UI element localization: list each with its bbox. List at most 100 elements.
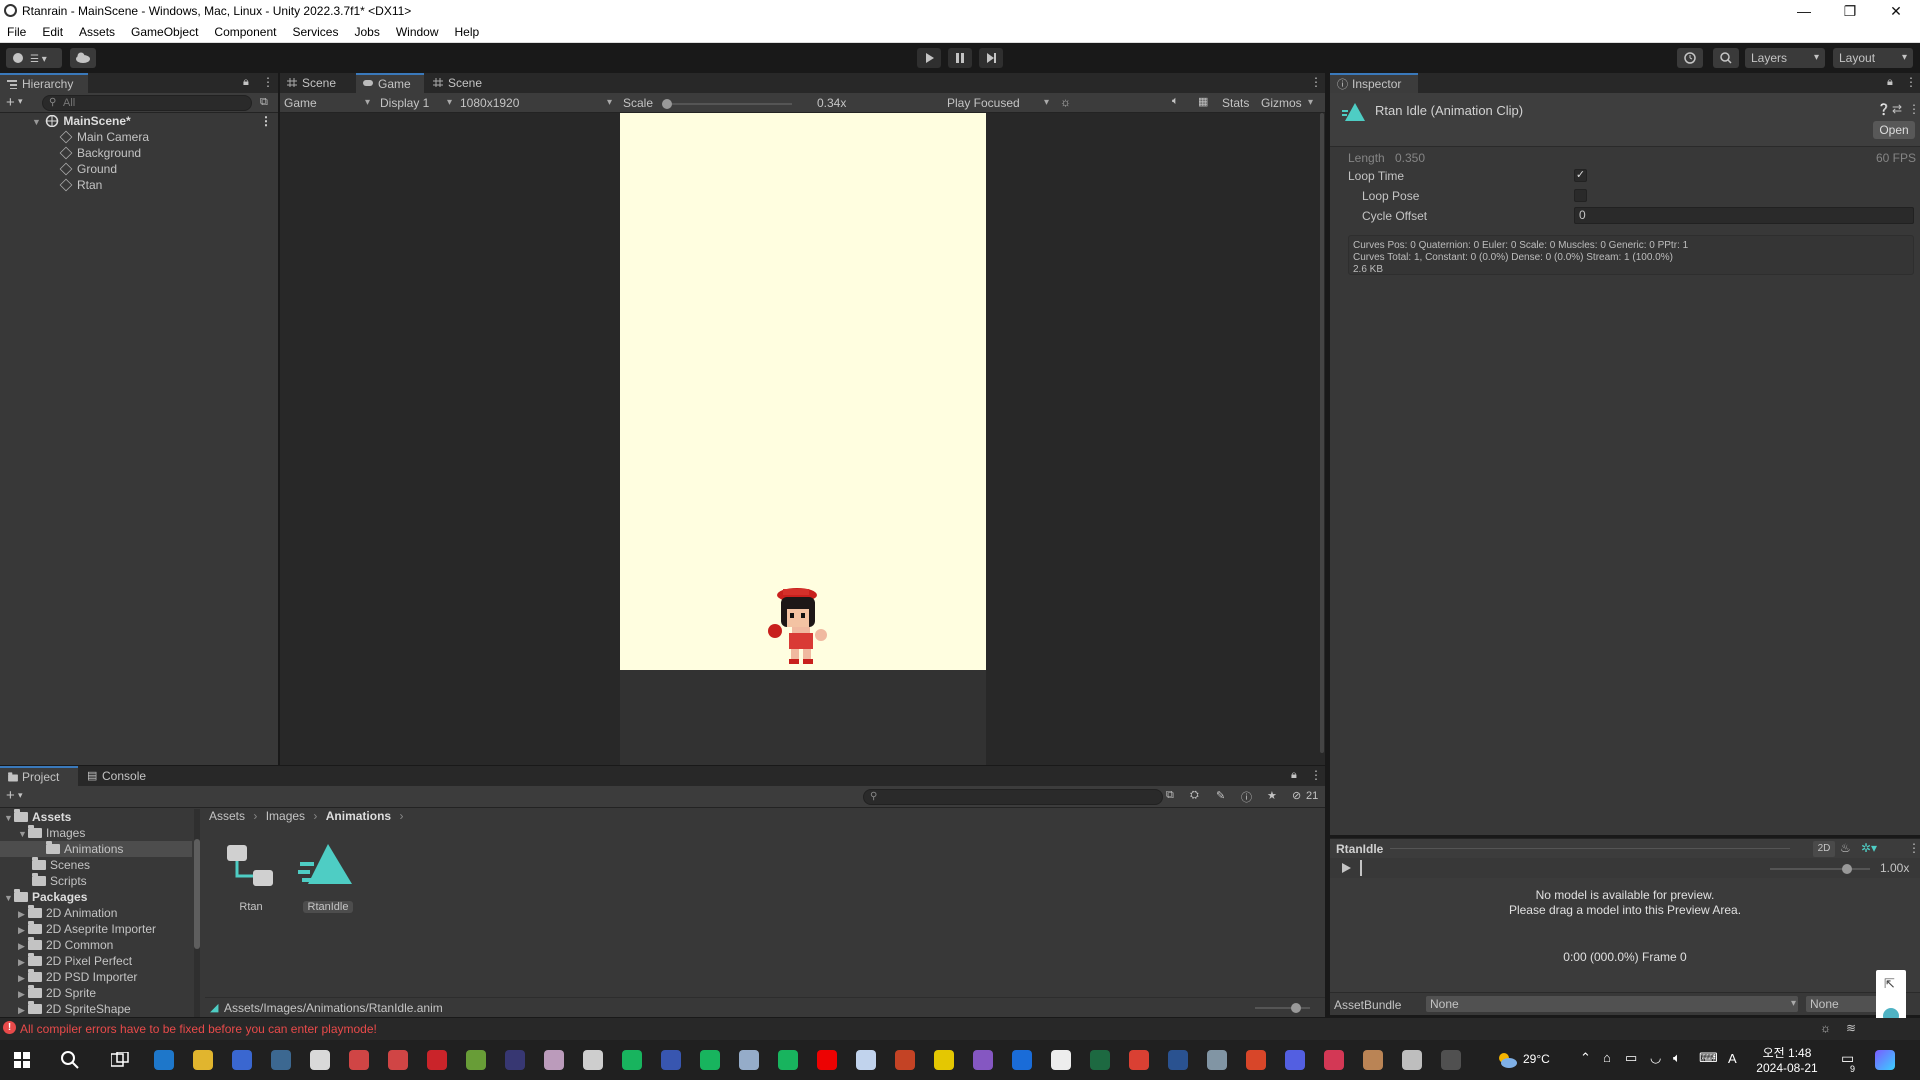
- tree-package[interactable]: ▶ 2D Common: [18, 937, 113, 953]
- hierarchy-search-input[interactable]: ⚲ All: [42, 95, 252, 111]
- app-icon[interactable]: [739, 1050, 759, 1070]
- search-button[interactable]: [1713, 48, 1739, 68]
- add-icon[interactable]: +: [6, 787, 15, 804]
- stack-icon[interactable]: ≋: [1846, 1021, 1856, 1035]
- tag-icon[interactable]: ✎: [1216, 789, 1225, 802]
- hierarchy-item[interactable]: Main Camera: [59, 129, 149, 145]
- more-options-icon[interactable]: ⋮: [1310, 768, 1322, 782]
- more-options-icon[interactable]: ⋮: [1905, 75, 1917, 89]
- app-icon[interactable]: [1324, 1050, 1344, 1070]
- unity-icon[interactable]: [1402, 1050, 1422, 1070]
- game-viewport[interactable]: [620, 113, 986, 765]
- app-icon[interactable]: [427, 1050, 447, 1070]
- asset-item[interactable]: Rtan: [223, 842, 279, 922]
- play-focused-dropdown[interactable]: Play Focused: [947, 95, 1051, 111]
- debug-icon[interactable]: ☼: [1820, 1021, 1831, 1035]
- game-mode-dropdown[interactable]: Game: [284, 95, 372, 111]
- kakaotalk-icon[interactable]: [934, 1050, 954, 1070]
- word-icon[interactable]: [1168, 1050, 1188, 1070]
- app-icon[interactable]: [1363, 1050, 1383, 1070]
- play-button[interactable]: [917, 48, 941, 68]
- assetbundle-dropdown[interactable]: None: [1426, 996, 1798, 1012]
- maximize-button[interactable]: ❐: [1827, 0, 1873, 22]
- open-button[interactable]: Open: [1873, 121, 1915, 139]
- collapse-arrow-icon[interactable]: ▶: [18, 1002, 28, 1018]
- menu-file[interactable]: File: [0, 22, 34, 39]
- tab-hierarchy[interactable]: Hierarchy: [0, 73, 88, 93]
- search-by-label-icon[interactable]: ⛭: [1190, 789, 1199, 802]
- tree-packages[interactable]: ▼ Packages: [4, 889, 87, 905]
- tree-scripts[interactable]: Scripts: [32, 873, 87, 889]
- unity-hub-icon[interactable]: [1051, 1050, 1071, 1070]
- expand-arrow-icon[interactable]: ▼: [32, 114, 42, 130]
- breadcrumb-item[interactable]: Images: [266, 809, 305, 823]
- menu-window[interactable]: Window: [388, 22, 447, 39]
- chrome-icon[interactable]: [1129, 1050, 1149, 1070]
- menu-component[interactable]: Component: [206, 22, 284, 39]
- more-options-icon[interactable]: ⋮: [262, 75, 274, 89]
- app-icon[interactable]: [778, 1050, 798, 1070]
- close-button[interactable]: ✕: [1873, 0, 1919, 22]
- speaker-icon[interactable]: 🔈︎: [1673, 1050, 1681, 1066]
- preview-speed-slider[interactable]: [1770, 864, 1870, 874]
- tree-package[interactable]: ▶ 2D Pixel Perfect: [18, 953, 132, 969]
- collapse-arrow-icon[interactable]: ▶: [18, 922, 28, 938]
- search-by-type-icon[interactable]: ⧉: [1166, 789, 1174, 802]
- notepad-icon[interactable]: [310, 1050, 330, 1070]
- project-search-input[interactable]: ⚲: [863, 789, 1163, 805]
- pivot-icon[interactable]: ♨: [1840, 841, 1851, 855]
- tab-scene-2[interactable]: Scene: [426, 73, 498, 93]
- tab-inspector[interactable]: ⓘ Inspector: [1330, 73, 1418, 93]
- loop-time-checkbox[interactable]: ✓: [1574, 169, 1587, 182]
- discord-icon[interactable]: [1285, 1050, 1305, 1070]
- tree-scenes[interactable]: Scenes: [32, 857, 90, 873]
- keyboard-icon[interactable]: ⌨: [1699, 1050, 1718, 1066]
- app-icon[interactable]: [349, 1050, 369, 1070]
- app-icon[interactable]: [622, 1050, 642, 1070]
- expand-arrow-icon[interactable]: ▼: [4, 810, 14, 826]
- log-types-icon[interactable]: ⓘ: [1241, 789, 1252, 805]
- search-icon[interactable]: [61, 1051, 79, 1069]
- weather-icon[interactable]: [1495, 1050, 1519, 1070]
- menu-assets[interactable]: Assets: [71, 22, 123, 39]
- app-icon[interactable]: [1207, 1050, 1227, 1070]
- tree-scrollbar[interactable]: [194, 809, 200, 1017]
- mute-audio-icon[interactable]: 🔈︎: [1172, 95, 1179, 108]
- tree-package[interactable]: ▶ 2D PSD Importer: [18, 969, 137, 985]
- keyboard-icon[interactable]: ▦: [1198, 95, 1208, 108]
- tree-package[interactable]: ▶ 2D Aseprite Importer: [18, 921, 156, 937]
- windows-start-icon[interactable]: [14, 1052, 30, 1068]
- collapse-arrow-icon[interactable]: ▶: [18, 938, 28, 954]
- tab-scene[interactable]: Scene: [280, 73, 354, 93]
- chevron-up-icon[interactable]: ⌃: [1580, 1050, 1591, 1066]
- collapse-arrow-icon[interactable]: ▶: [18, 986, 28, 1002]
- app-icon[interactable]: [388, 1050, 408, 1070]
- excel-icon[interactable]: [1090, 1050, 1110, 1070]
- collapse-arrow-icon[interactable]: ▶: [18, 906, 28, 922]
- tree-assets[interactable]: ▼ Assets: [4, 809, 71, 825]
- cloud-button[interactable]: [70, 48, 96, 68]
- gizmos-dropdown[interactable]: Gizmos: [1261, 95, 1315, 111]
- lock-icon[interactable]: 🔒︎: [1291, 769, 1297, 782]
- account-button[interactable]: ☰ ▾: [6, 48, 62, 68]
- resolution-dropdown[interactable]: 1080x1920: [460, 95, 614, 111]
- pause-button[interactable]: [948, 48, 972, 68]
- cycle-offset-field[interactable]: 0: [1574, 207, 1914, 224]
- clock-date[interactable]: 2024-08-21: [1751, 1061, 1823, 1075]
- app-icon[interactable]: [700, 1050, 720, 1070]
- lock-icon[interactable]: 🔒︎: [1887, 76, 1893, 89]
- asset-item-selected[interactable]: RtanIdle: [298, 842, 358, 922]
- avatar-icon[interactable]: ✲▾: [1861, 841, 1877, 855]
- breadcrumb-item[interactable]: Assets: [209, 809, 245, 823]
- scale-slider-thumb[interactable]: [662, 99, 672, 109]
- pointer-icon[interactable]: ⇱: [1884, 976, 1895, 992]
- chevron-down-icon[interactable]: ▾: [18, 96, 23, 107]
- app-icon[interactable]: [1441, 1050, 1461, 1070]
- app-icon[interactable]: [856, 1050, 876, 1070]
- clock-time[interactable]: 오전 1:48: [1755, 1044, 1819, 1061]
- status-error-message[interactable]: All compiler errors have to be fixed bef…: [20, 1022, 377, 1036]
- favorite-icon[interactable]: ★: [1267, 789, 1277, 802]
- add-icon[interactable]: +: [6, 94, 15, 111]
- hierarchy-item[interactable]: Rtan: [59, 177, 102, 193]
- debug-icon[interactable]: ☼: [1060, 95, 1071, 109]
